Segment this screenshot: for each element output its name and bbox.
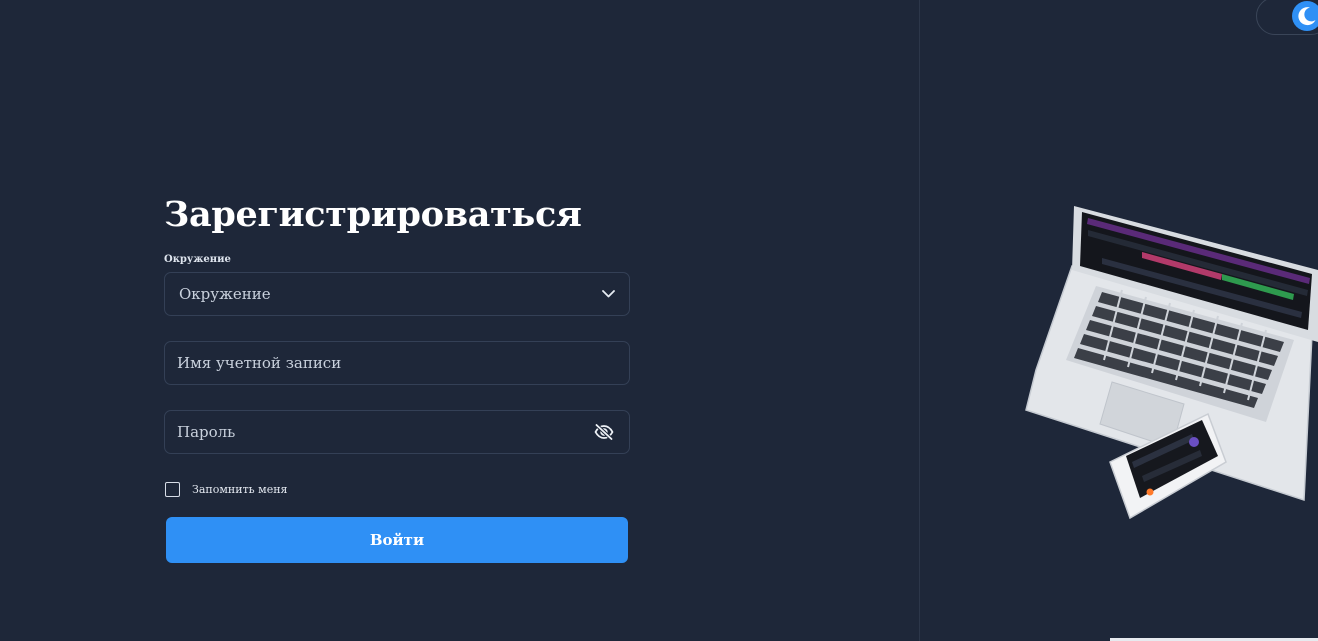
- laptop-phone-illustration: [1022, 200, 1318, 520]
- environment-label: Окружение: [164, 254, 231, 265]
- login-page: Зарегистрироваться Окружение Окружение И…: [0, 0, 1318, 641]
- username-field[interactable]: Имя учетной записи: [164, 341, 630, 385]
- theme-toggle[interactable]: [1256, 0, 1318, 35]
- remember-me-row: Запомнить меня: [164, 480, 630, 498]
- chevron-down-icon: [601, 287, 615, 301]
- login-button[interactable]: Войти: [166, 517, 628, 563]
- environment-select[interactable]: Окружение: [164, 272, 630, 316]
- password-placeholder: Пароль: [177, 423, 236, 441]
- remember-me-label[interactable]: Запомнить меня: [192, 483, 288, 496]
- registration-form: Зарегистрироваться Окружение Окружение И…: [164, 193, 630, 563]
- eye-slash-icon[interactable]: [593, 421, 615, 443]
- remember-me-checkbox[interactable]: [165, 481, 180, 497]
- page-title: Зарегистрироваться: [164, 194, 582, 235]
- username-placeholder: Имя учетной записи: [177, 354, 342, 372]
- password-field[interactable]: Пароль: [164, 410, 630, 454]
- environment-select-value: Окружение: [179, 285, 271, 303]
- moon-icon: [1292, 1, 1318, 31]
- panel-divider: [919, 0, 920, 641]
